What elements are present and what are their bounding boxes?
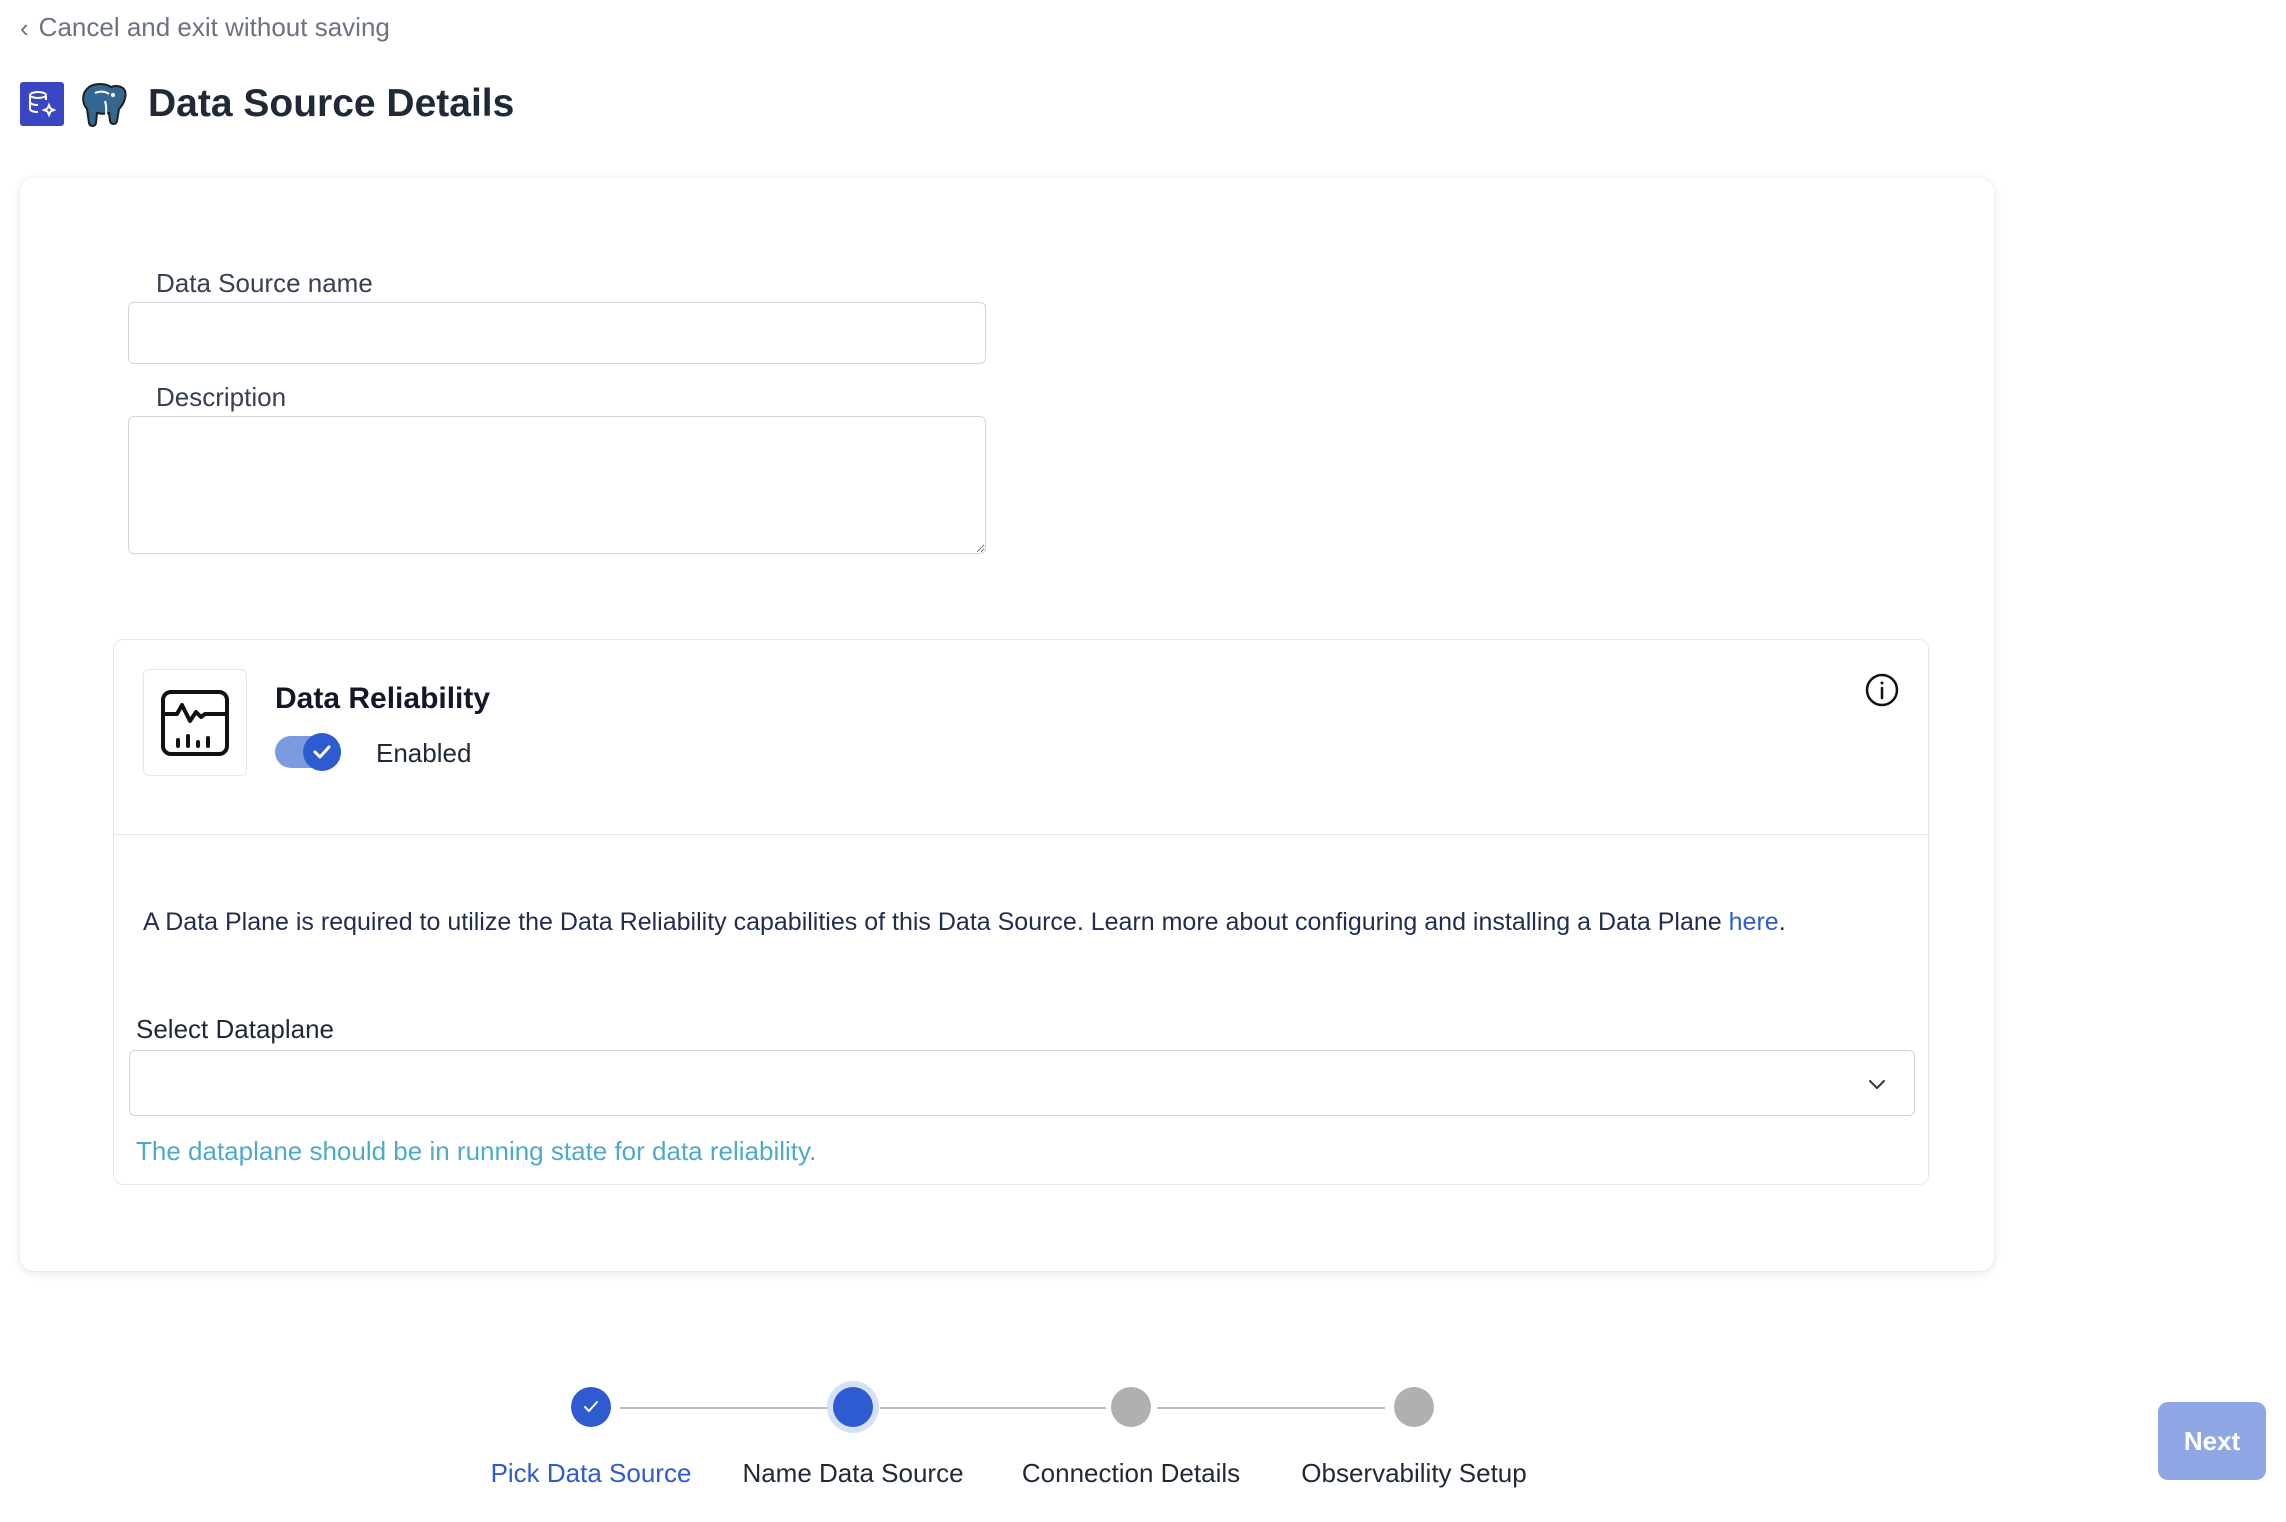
check-icon	[313, 745, 331, 759]
cancel-exit-label: Cancel and exit without saving	[38, 12, 390, 42]
step-label-name-data-source: Name Data Source	[742, 1458, 964, 1488]
info-icon[interactable]	[1864, 672, 1900, 708]
page-header: Data Source Details	[20, 80, 514, 128]
toggle-knob	[303, 733, 341, 771]
data-reliability-panel: Data Reliability Enabled A Data Plane is…	[113, 639, 1929, 1185]
progress-stepper: Pick Data Source Name Data Source Connec…	[0, 1370, 2286, 1510]
dataplane-notice-text: A Data Plane is required to utilize the …	[143, 908, 1729, 936]
details-card: Data Source name Description Data Reliab…	[20, 178, 1994, 1271]
step-dot-connection-details	[1111, 1387, 1151, 1427]
select-dataplane-dropdown[interactable]	[129, 1050, 1915, 1116]
check-icon	[584, 1401, 598, 1412]
step-label-connection-details: Connection Details	[1021, 1458, 1241, 1488]
step-dot-name-data-source	[833, 1387, 873, 1427]
step-label-observability-setup: Observability Setup	[1301, 1458, 1527, 1488]
postgresql-elephant-icon	[78, 80, 132, 128]
step-connector	[1157, 1407, 1385, 1409]
data-reliability-toggle[interactable]	[275, 733, 341, 771]
chevron-left-icon: ‹	[20, 12, 29, 43]
dataplane-notice-end: .	[1778, 908, 1786, 936]
database-sparkle-icon	[20, 82, 64, 126]
dataplane-hint: The dataplane should be in running state…	[136, 1136, 817, 1166]
data-source-name-input[interactable]	[128, 302, 986, 364]
step-connector	[620, 1407, 834, 1409]
chevron-down-icon	[1869, 1080, 1885, 1089]
data-reliability-header: Data Reliability Enabled	[114, 640, 1928, 835]
learn-more-link[interactable]: here	[1729, 908, 1779, 936]
page: ‹ Cancel and exit without saving Data So…	[0, 0, 2286, 1522]
page-title: Data Source Details	[148, 82, 515, 125]
data-source-name-label: Data Source name	[156, 268, 373, 298]
toggle-state-label: Enabled	[376, 738, 472, 768]
data-reliability-title: Data Reliability	[275, 682, 491, 715]
step-dot-pick-data-source[interactable]	[571, 1387, 611, 1427]
description-textarea[interactable]	[128, 416, 986, 554]
cancel-exit-link[interactable]: ‹ Cancel and exit without saving	[20, 12, 390, 43]
step-connector	[880, 1407, 1106, 1409]
dataplane-notice: A Data Plane is required to utilize the …	[143, 908, 1786, 937]
step-dot-observability-setup	[1394, 1387, 1434, 1427]
description-label: Description	[156, 382, 287, 412]
step-label-pick-data-source[interactable]: Pick Data Source	[491, 1458, 692, 1489]
monitor-chart-icon	[161, 689, 229, 756]
next-button[interactable]: Next	[2158, 1402, 2266, 1480]
select-dataplane-label: Select Dataplane	[136, 1014, 335, 1044]
data-reliability-icon-box	[143, 669, 247, 776]
